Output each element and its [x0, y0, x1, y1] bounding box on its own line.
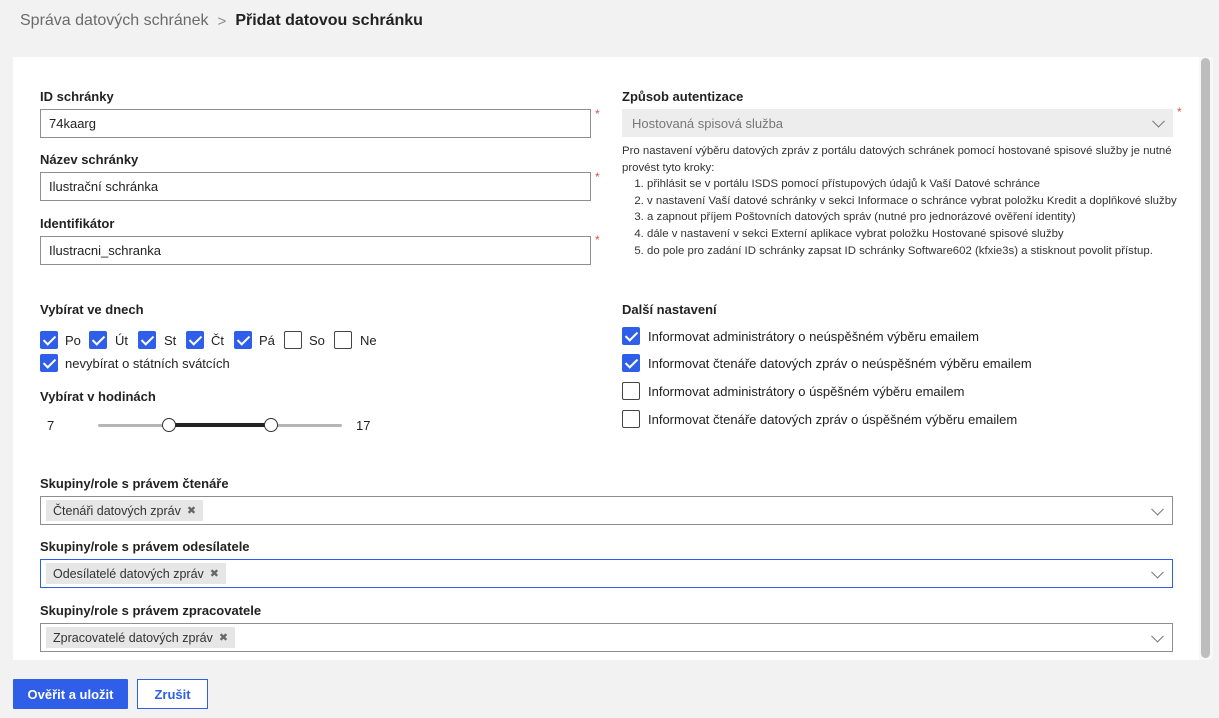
holidays-checkbox[interactable] [40, 354, 58, 372]
mailbox-name-input[interactable]: Ilustrační schránka [40, 172, 591, 201]
tag-label: Odesílatelé datových zpráv [53, 566, 204, 581]
remove-tag-icon[interactable]: ✖ [219, 631, 228, 644]
required-marker: * [595, 233, 600, 247]
remove-tag-icon[interactable]: ✖ [210, 567, 219, 580]
notify-readers-success-label: Informovat čtenáře datových zpráv o úspě… [648, 412, 1018, 427]
hours-max-value: 17 [356, 418, 371, 433]
senders-label: Skupiny/role s právem odesílatele [40, 539, 250, 554]
day-checkbox-ne[interactable] [334, 331, 352, 349]
processors-multiselect[interactable]: Zpracovatelé datových zpráv ✖ [40, 623, 1173, 652]
notify-admins-failure-label: Informovat administrátory o neúspěšném v… [648, 329, 979, 344]
auth-method-value: Hostovaná spisová služba [632, 115, 784, 131]
senders-multiselect[interactable]: Odesílatelé datových zpráv ✖ [40, 559, 1173, 588]
day-label-ut: Út [115, 333, 128, 348]
day-checkbox-pa[interactable] [234, 331, 252, 349]
verify-and-save-button[interactable]: Ověřit a uložit [13, 679, 128, 709]
processors-label: Skupiny/role s právem zpracovatele [40, 603, 262, 618]
identifier-input[interactable]: Ilustracni_schranka [40, 236, 591, 265]
hours-label: Vybírat v hodinách [40, 389, 156, 404]
mailbox-name-label: Název schránky [40, 152, 139, 167]
cancel-button[interactable]: Zrušit [137, 679, 208, 709]
notify-readers-success-checkbox[interactable] [622, 410, 640, 428]
auth-step: v nastavení Vaší datové schránky v sekci… [647, 193, 1182, 210]
chevron-right-icon: > [217, 12, 227, 30]
auth-method-label: Způsob autentizace [622, 89, 744, 104]
day-checkbox-po[interactable] [40, 331, 58, 349]
day-label-pa: Pá [259, 333, 275, 348]
day-label-st: St [164, 333, 177, 348]
required-marker: * [1177, 105, 1182, 119]
day-label-po: Po [65, 333, 81, 348]
readers-label: Skupiny/role s právem čtenáře [40, 476, 229, 491]
remove-tag-icon[interactable]: ✖ [187, 504, 196, 517]
day-label-ne: Ne [360, 333, 377, 348]
hours-slider-range [169, 423, 271, 427]
notify-admins-success-checkbox[interactable] [622, 382, 640, 400]
day-checkbox-ct[interactable] [186, 331, 204, 349]
hours-min-value: 7 [47, 418, 55, 433]
chevron-down-icon[interactable] [1151, 565, 1164, 579]
required-marker: * [595, 170, 600, 184]
mailbox-id-input[interactable]: 74kaarg [40, 109, 591, 138]
required-marker: * [595, 107, 600, 121]
auth-step: dále v nastavení v sekci Externí aplikac… [647, 226, 1182, 243]
day-label-ct: Čt [211, 333, 224, 348]
holidays-label: nevybírat o státních svátcích [65, 356, 230, 371]
readers-multiselect[interactable]: Čtenáři datových zpráv ✖ [40, 496, 1173, 525]
auth-step: a zapnout příjem Poštovních datových spr… [647, 209, 1182, 226]
notify-admins-success-label: Informovat administrátory o úspěšném výb… [648, 384, 965, 399]
auth-method-select[interactable]: Hostovaná spisová služba [622, 109, 1173, 137]
day-checkbox-st[interactable] [138, 331, 156, 349]
breadcrumb-parent-link[interactable]: Správa datových schránek [20, 12, 209, 30]
notify-readers-failure-label: Informovat čtenáře datových zpráv o neús… [648, 356, 1032, 371]
day-checkbox-ut[interactable] [89, 331, 107, 349]
chevron-down-icon [1152, 114, 1165, 128]
mailbox-id-label: ID schránky [40, 89, 114, 104]
other-settings-label: Další nastavení [622, 302, 717, 317]
day-checkbox-so[interactable] [284, 331, 302, 349]
auth-step: přihlásit se v portálu ISDS pomocí příst… [647, 176, 1182, 193]
hours-slider-handle-max[interactable] [263, 418, 278, 432]
page-title: Přidat datovou schránku [235, 12, 423, 29]
identifier-label: Identifikátor [40, 216, 115, 231]
senders-tag: Odesílatelé datových zpráv ✖ [46, 563, 226, 584]
chevron-down-icon[interactable] [1151, 629, 1164, 643]
tag-label: Čtenáři datových zpráv [53, 503, 181, 518]
auth-step: do pole pro zadání ID schránky zapsat ID… [647, 243, 1182, 260]
processors-tag: Zpracovatelé datových zpráv ✖ [46, 627, 236, 648]
auth-instructions-intro: Pro nastavení výběru datových zpráv z po… [622, 145, 1172, 174]
day-label-so: So [309, 333, 325, 348]
scrollbar-thumb[interactable] [1201, 58, 1210, 658]
notify-admins-failure-checkbox[interactable] [622, 327, 640, 345]
chevron-down-icon[interactable] [1151, 502, 1164, 516]
auth-steps-list: přihlásit se v portálu ISDS pomocí příst… [622, 176, 1182, 259]
tag-label: Zpracovatelé datových zpráv [53, 630, 213, 645]
notify-readers-failure-checkbox[interactable] [622, 354, 640, 372]
breadcrumb: Správa datových schránek > Přidat datovo… [20, 10, 423, 32]
auth-instructions: Pro nastavení výběru datových zpráv z po… [622, 143, 1182, 259]
days-label: Vybírat ve dnech [40, 302, 144, 317]
readers-tag: Čtenáři datových zpráv ✖ [46, 500, 204, 521]
